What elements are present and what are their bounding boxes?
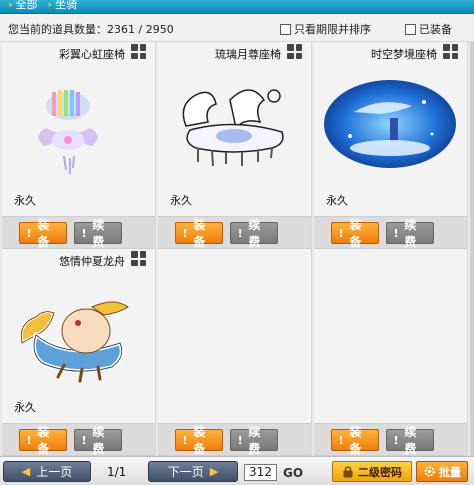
renew-button[interactable]: ! 续费	[74, 425, 122, 456]
go-button[interactable]: GO	[281, 464, 305, 481]
grid-view-icon[interactable]	[443, 44, 458, 59]
equipped-label: 已装备	[419, 23, 452, 36]
renew-button[interactable]: ! 续费	[230, 425, 278, 456]
arrow-right-icon: ▶	[209, 465, 219, 478]
item-card[interactable]: 悠情仲夏龙舟 永久 ! 装备 ! 续费	[2, 249, 156, 456]
equip-button[interactable]: ! 装备	[175, 218, 223, 249]
item-grid: 彩翼心虹座椅 永久 ! 装备 ! 续费 琉璃月尊座椅 永久 ! 装备 ! 续费 …	[2, 42, 470, 456]
rainbow-wing-chair-image	[38, 90, 98, 174]
equip-button[interactable]: ! 装备	[19, 425, 67, 456]
next-page-button[interactable]: 下一页 ▶	[148, 461, 238, 482]
equip-button[interactable]: ! 装备	[331, 425, 379, 456]
item-actions: ! 装备 ! 续费	[2, 216, 155, 249]
grid-view-icon[interactable]	[131, 251, 146, 266]
lock-icon	[343, 466, 353, 478]
renew-button[interactable]: ! 续费	[386, 218, 434, 249]
prev-page-button[interactable]: ◀ 上一页	[3, 461, 91, 482]
item-card-empty: ! 装备 ! 续费	[158, 249, 312, 456]
equip-button[interactable]: ! 装备	[331, 218, 379, 249]
breadcrumb: › 全部 › 坐骑	[0, 0, 474, 14]
renew-button[interactable]: ! 续费	[74, 218, 122, 249]
checkbox-icon[interactable]	[405, 23, 416, 35]
batch-button[interactable]: 批量	[416, 461, 468, 482]
exclamation-icon: !	[393, 433, 399, 447]
moon-chair-image	[182, 89, 284, 167]
pagination-bar: ◀ 上一页 1/1 下一页 ▶ 312 GO 二级密码 批量	[0, 456, 474, 485]
item-actions: ! 装备 ! 续费	[314, 216, 467, 249]
scrollbar[interactable]	[470, 42, 474, 456]
exclamation-icon: !	[338, 433, 344, 447]
equip-button[interactable]: ! 装备	[175, 425, 223, 456]
filter-expiry-checkbox[interactable]: 只看期限并排序	[280, 21, 371, 37]
checkbox-icon[interactable]	[280, 23, 291, 35]
renew-button[interactable]: ! 续费	[386, 425, 434, 456]
dragon-boat-image	[19, 301, 129, 383]
item-actions: ! 装备 ! 续费	[2, 423, 155, 456]
duration-label: 永久	[14, 194, 36, 207]
grid-view-icon[interactable]	[287, 44, 302, 59]
exclamation-icon: !	[81, 433, 87, 447]
item-name: 悠情仲夏龙舟	[59, 255, 125, 268]
equipped-checkbox[interactable]: 已装备	[405, 21, 452, 37]
page-number-input[interactable]: 312	[244, 464, 277, 481]
exclamation-icon: !	[182, 433, 188, 447]
breadcrumb-all[interactable]: › 全部	[8, 0, 38, 11]
dreamscape-chair-image	[324, 80, 456, 168]
grid-view-icon[interactable]	[131, 44, 146, 59]
exclamation-icon: !	[26, 226, 32, 240]
item-card[interactable]: 琉璃月尊座椅 永久 ! 装备 ! 续费	[158, 42, 312, 249]
item-name: 琉璃月尊座椅	[215, 48, 281, 61]
renew-button[interactable]: ! 续费	[230, 218, 278, 249]
item-actions: ! 装备 ! 续费	[158, 216, 311, 249]
exclamation-icon: !	[81, 226, 87, 240]
filter-expiry-label: 只看期限并排序	[294, 23, 371, 36]
equip-button[interactable]: ! 装备	[19, 218, 67, 249]
page-indicator: 1/1	[107, 465, 127, 479]
arrow-left-icon: ◀	[21, 465, 31, 478]
exclamation-icon: !	[26, 433, 32, 447]
item-name: 彩翼心虹座椅	[59, 48, 125, 61]
exclamation-icon: !	[237, 226, 243, 240]
item-card-empty: ! 装备 ! 续费	[314, 249, 468, 456]
exclamation-icon: !	[237, 433, 243, 447]
duration-label: 永久	[326, 194, 348, 207]
item-card[interactable]: 时空梦境座椅 永久 ! 装备 ! 续费	[314, 42, 468, 249]
item-card[interactable]: 彩翼心虹座椅 永久 ! 装备 ! 续费	[2, 42, 156, 249]
duration-label: 永久	[14, 401, 36, 414]
exclamation-icon: !	[338, 226, 344, 240]
item-count: 您当前的道具数量：2361 / 2950	[8, 23, 174, 36]
info-row: 您当前的道具数量：2361 / 2950 只看期限并排序 已装备	[0, 14, 474, 42]
gear-icon	[424, 466, 435, 477]
item-name: 时空梦境座椅	[371, 48, 437, 61]
exclamation-icon: !	[393, 226, 399, 240]
secondary-password-button[interactable]: 二级密码	[332, 461, 412, 482]
duration-label: 永久	[170, 194, 192, 207]
exclamation-icon: !	[182, 226, 188, 240]
item-actions: ! 装备 ! 续费	[314, 423, 467, 456]
breadcrumb-mounts[interactable]: › 坐骑	[48, 0, 78, 11]
item-actions: ! 装备 ! 续费	[158, 423, 311, 456]
